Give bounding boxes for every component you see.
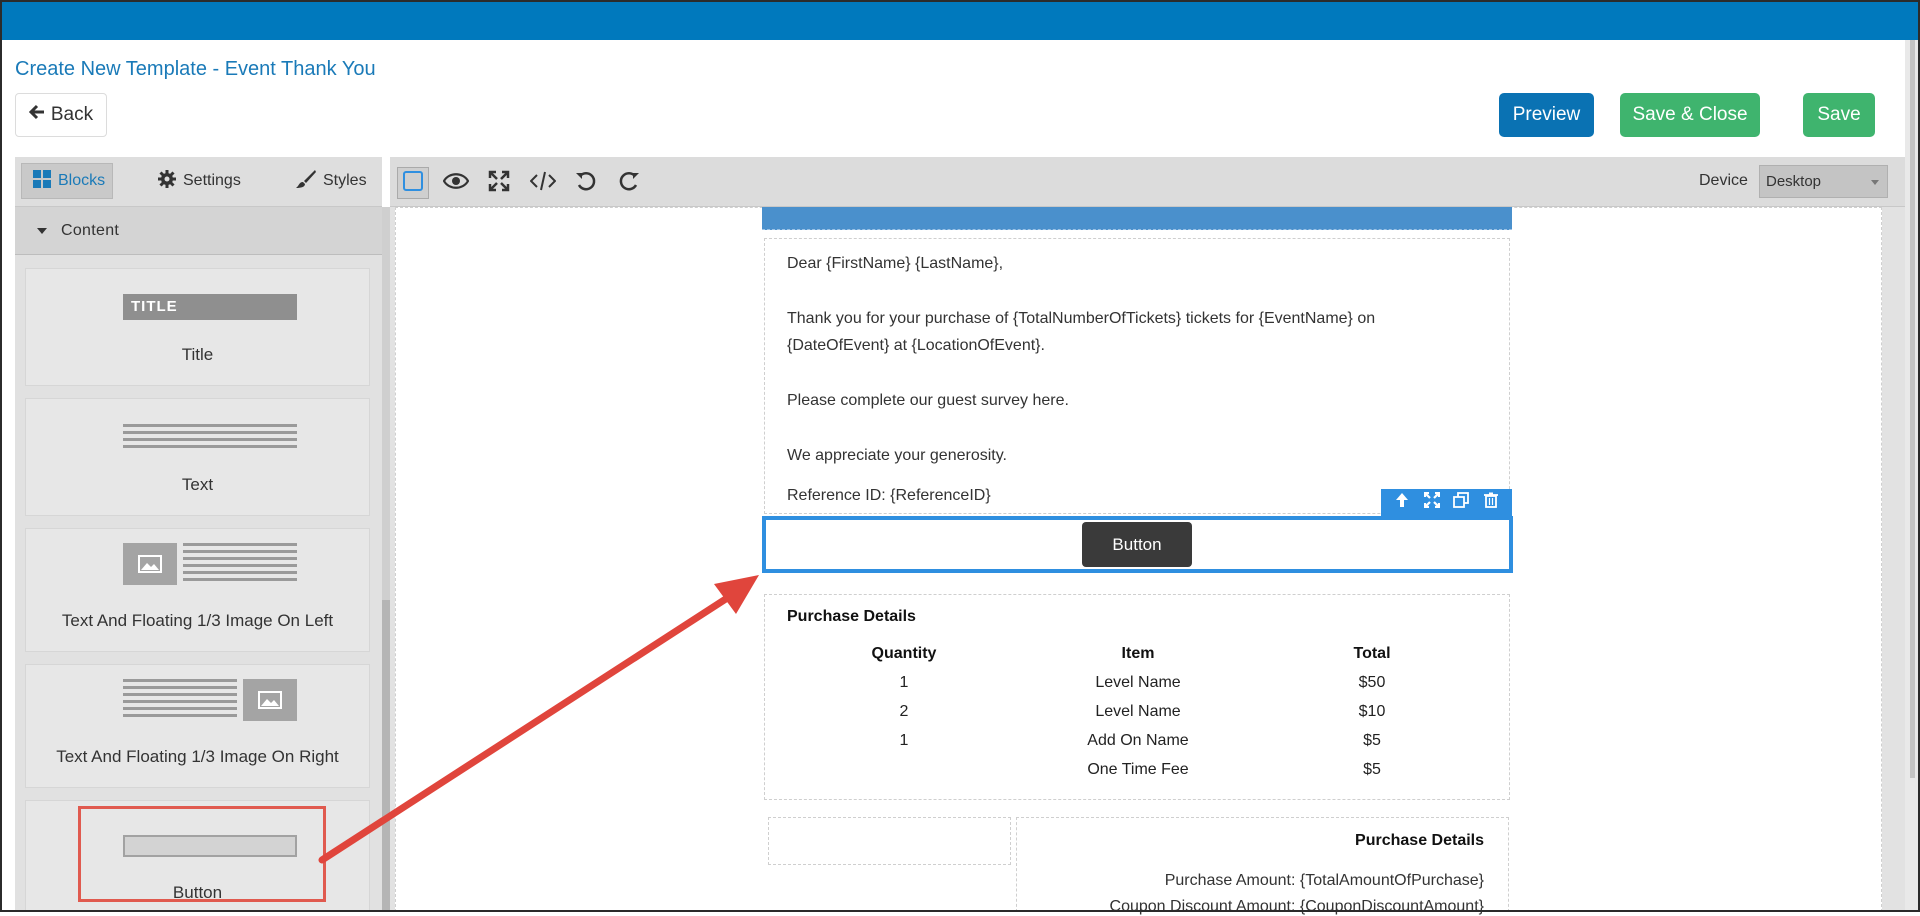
duplicate-icon[interactable] (1453, 492, 1470, 513)
select-tool[interactable] (397, 167, 429, 199)
table-cell: Level Name (1095, 703, 1181, 720)
thanks-line-2: {DateOfEvent} at {LocationOfEvent}. (787, 337, 1045, 354)
expand-icon[interactable] (1423, 491, 1440, 513)
brush-icon (295, 169, 317, 194)
page-title: Create New Template - Event Thank You (15, 58, 376, 80)
purchase-table: Quantity Item Total 1 Level Name $50 2 L… (787, 645, 1487, 790)
caret-down-icon (37, 222, 47, 240)
device-label: Device (1699, 172, 1748, 189)
block-title[interactable]: TITLE Title (25, 268, 370, 386)
block-title-label: Title (181, 345, 214, 364)
image-placeholder-icon (123, 543, 177, 585)
empty-column-block[interactable] (768, 817, 1011, 865)
annotation-highlight-box (78, 806, 326, 902)
purchase-amount-text: Purchase Amount: {TotalAmountOfPurchase} (1164, 872, 1484, 889)
editor-toolbar (390, 157, 1905, 207)
preview-tool[interactable] (440, 167, 472, 199)
table-cell: 1 (899, 732, 909, 749)
arrow-left-icon (28, 104, 45, 126)
left-scrollbar-thumb[interactable] (382, 600, 390, 912)
text-lines-graphic (123, 679, 237, 721)
table-cell: $10 (1358, 703, 1386, 720)
column-header: Quantity (871, 645, 937, 662)
gear-icon (157, 169, 177, 194)
preview-button[interactable]: Preview (1499, 93, 1594, 137)
device-value: Desktop (1766, 173, 1822, 190)
fullscreen-tool[interactable] (483, 167, 515, 199)
coupon-discount-text: Coupon Discount Amount: {CouponDiscountA… (1109, 898, 1484, 915)
tab-blocks-label: Blocks (58, 172, 106, 189)
table-cell: One Time Fee (1087, 761, 1189, 778)
section-label: Content (61, 221, 120, 239)
tab-styles-label: Styles (323, 172, 367, 189)
table-cell: Add On Name (1087, 732, 1189, 749)
block-text[interactable]: Text (25, 398, 370, 516)
block-text-image-left[interactable]: Text And Floating 1/3 Image On Left (25, 528, 370, 652)
undo-icon (575, 170, 597, 197)
title-block-graphic: TITLE (123, 294, 297, 320)
text-lines-graphic (183, 543, 297, 585)
block-text-label: Text (181, 475, 214, 494)
text-block-graphic (123, 424, 297, 452)
reference-text: Reference ID: {ReferenceID} (787, 487, 991, 504)
tab-styles[interactable]: Styles (285, 163, 377, 199)
email-header-band[interactable] (762, 207, 1512, 230)
code-tool[interactable] (527, 167, 559, 199)
email-button[interactable]: Button (1082, 522, 1192, 567)
table-cell: Level Name (1095, 674, 1181, 691)
redo-icon (618, 170, 640, 197)
block-text-image-right-label: Text And Floating 1/3 Image On Right (56, 747, 339, 766)
caret-down-icon (1871, 180, 1879, 185)
appreciation-text: We appreciate your generosity. (787, 447, 1007, 464)
save-button[interactable]: Save (1803, 93, 1875, 137)
code-icon (529, 170, 557, 197)
block-actions-toolbar (1381, 489, 1512, 516)
tab-settings-label: Settings (183, 172, 241, 189)
undo-tool[interactable] (570, 167, 602, 199)
trash-icon[interactable] (1483, 492, 1499, 513)
eye-icon (442, 171, 470, 196)
image-placeholder-icon (243, 679, 297, 721)
move-up-icon[interactable] (1394, 492, 1410, 513)
back-button[interactable]: Back (15, 93, 107, 137)
table-cell: 1 (899, 674, 909, 691)
table-row: 1 Add On Name $5 (787, 732, 1487, 761)
tab-blocks[interactable]: Blocks (21, 163, 113, 199)
save-close-button[interactable]: Save & Close (1620, 93, 1760, 137)
table-cell: $50 (1358, 674, 1386, 691)
column-header: Total (1353, 645, 1391, 662)
device-select[interactable]: Desktop (1759, 165, 1888, 198)
table-header-row: Quantity Item Total (787, 645, 1487, 674)
email-text-block[interactable] (764, 238, 1510, 514)
back-label: Back (50, 104, 94, 125)
table-row: 2 Level Name $10 (787, 703, 1487, 732)
table-cell: $5 (1363, 761, 1381, 778)
survey-text: Please complete our guest survey here. (787, 392, 1069, 409)
select-icon (402, 170, 424, 197)
thanks-line-1: Thank you for your purchase of {TotalNum… (787, 310, 1376, 327)
top-bar (0, 0, 1920, 40)
table-cell: $5 (1363, 732, 1381, 749)
table-cell: 2 (899, 703, 909, 720)
block-text-image-right[interactable]: Text And Floating 1/3 Image On Right (25, 664, 370, 788)
tab-settings[interactable]: Settings (147, 163, 251, 199)
redo-tool[interactable] (613, 167, 645, 199)
left-panel-tabs: Blocks Settings Styles (15, 157, 382, 207)
column-header: Item (1121, 645, 1155, 662)
table-row: One Time Fee $5 (787, 761, 1487, 790)
block-text-image-left-label: Text And Floating 1/3 Image On Left (61, 611, 334, 630)
content-section-header[interactable]: Content (15, 207, 382, 255)
blocks-icon (32, 169, 52, 194)
fullscreen-icon (488, 170, 510, 197)
purchase-details-title: Purchase Details (787, 608, 916, 625)
page-scrollbar-thumb[interactable] (1910, 40, 1915, 778)
summary-title: Purchase Details (1355, 832, 1484, 849)
table-row: 1 Level Name $50 (787, 674, 1487, 703)
greeting-text: Dear {FirstName} {LastName}, (787, 255, 1004, 272)
